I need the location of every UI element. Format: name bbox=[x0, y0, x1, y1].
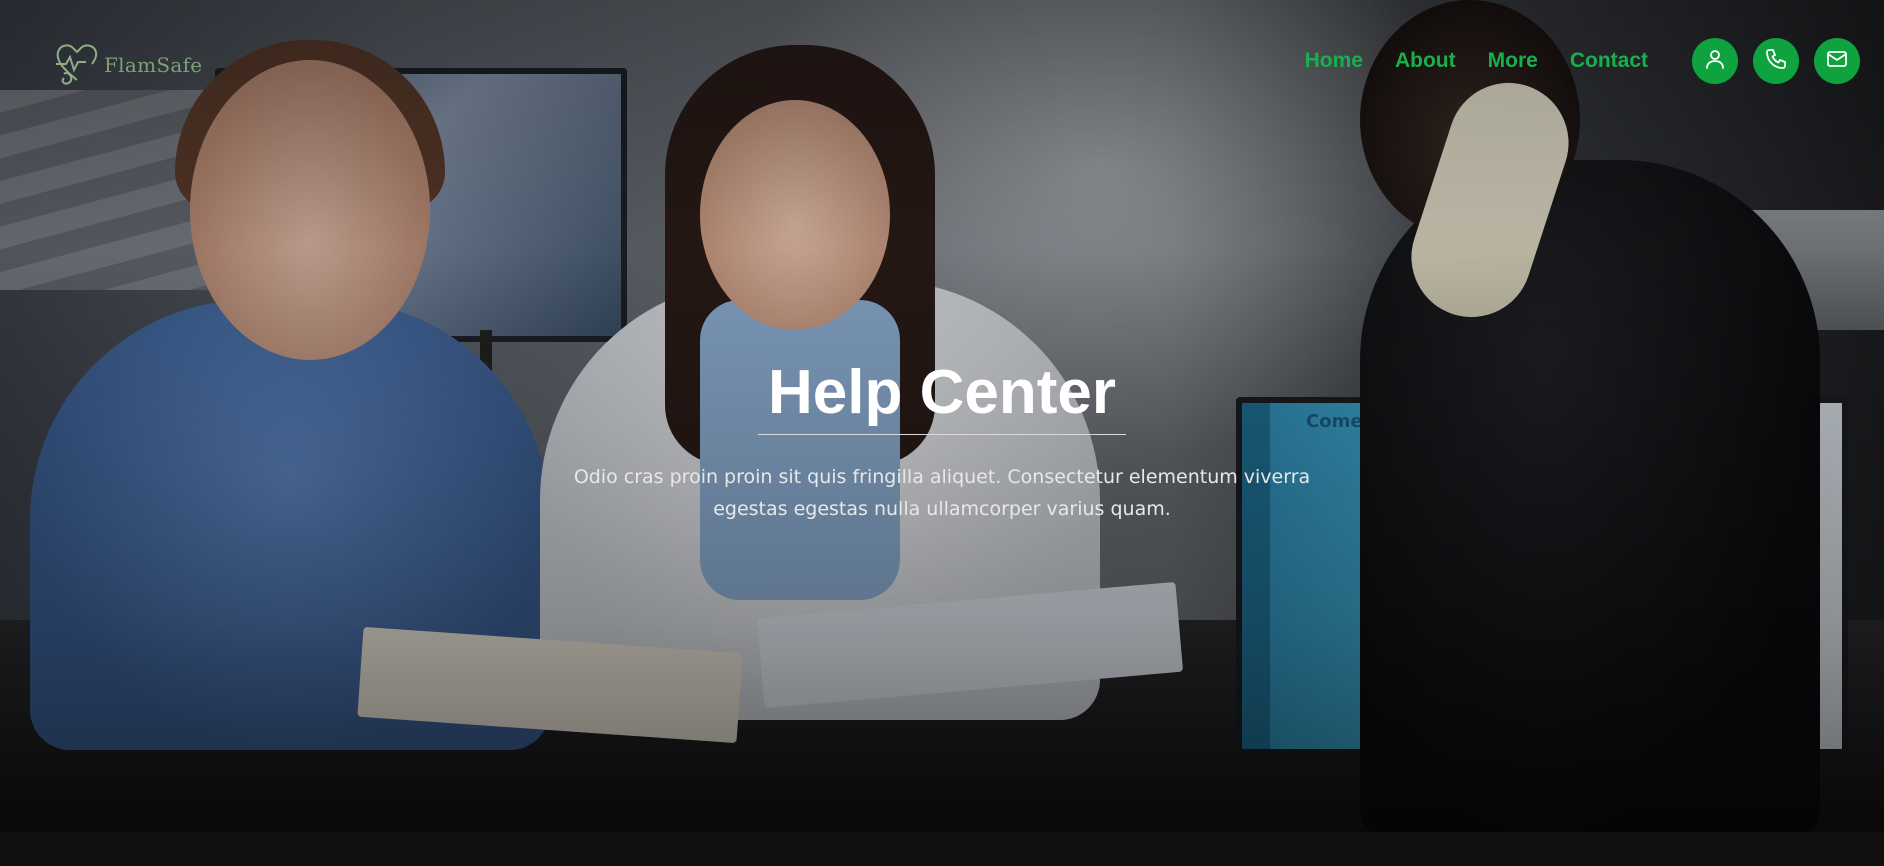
mail-icon bbox=[1825, 47, 1849, 75]
user-icon bbox=[1703, 47, 1727, 75]
nav-more[interactable]: More bbox=[1488, 49, 1538, 73]
nav-about[interactable]: About bbox=[1395, 49, 1456, 73]
email-button[interactable] bbox=[1814, 38, 1860, 84]
heart-pulse-icon bbox=[52, 38, 102, 92]
nurse-left-head bbox=[190, 60, 430, 360]
call-button[interactable] bbox=[1753, 38, 1799, 84]
logo[interactable]: FlamSafe bbox=[52, 38, 202, 92]
phone-icon bbox=[1764, 47, 1788, 75]
page-bottom-strip bbox=[0, 832, 1884, 866]
account-button[interactable] bbox=[1692, 38, 1738, 84]
hero-subtitle: Odio cras proin proin sit quis fringilla… bbox=[573, 466, 1311, 520]
page-title: Help Center bbox=[758, 352, 1126, 435]
main-nav: Home About More Contact bbox=[1305, 38, 1860, 84]
logo-text: FlamSafe bbox=[104, 53, 203, 77]
nav-home[interactable]: Home bbox=[1305, 49, 1363, 73]
hero-copy: Help Center Odio cras proin proin sit qu… bbox=[0, 352, 1884, 525]
doctor-middle-head bbox=[700, 100, 890, 330]
nav-contact[interactable]: Contact bbox=[1570, 49, 1648, 73]
